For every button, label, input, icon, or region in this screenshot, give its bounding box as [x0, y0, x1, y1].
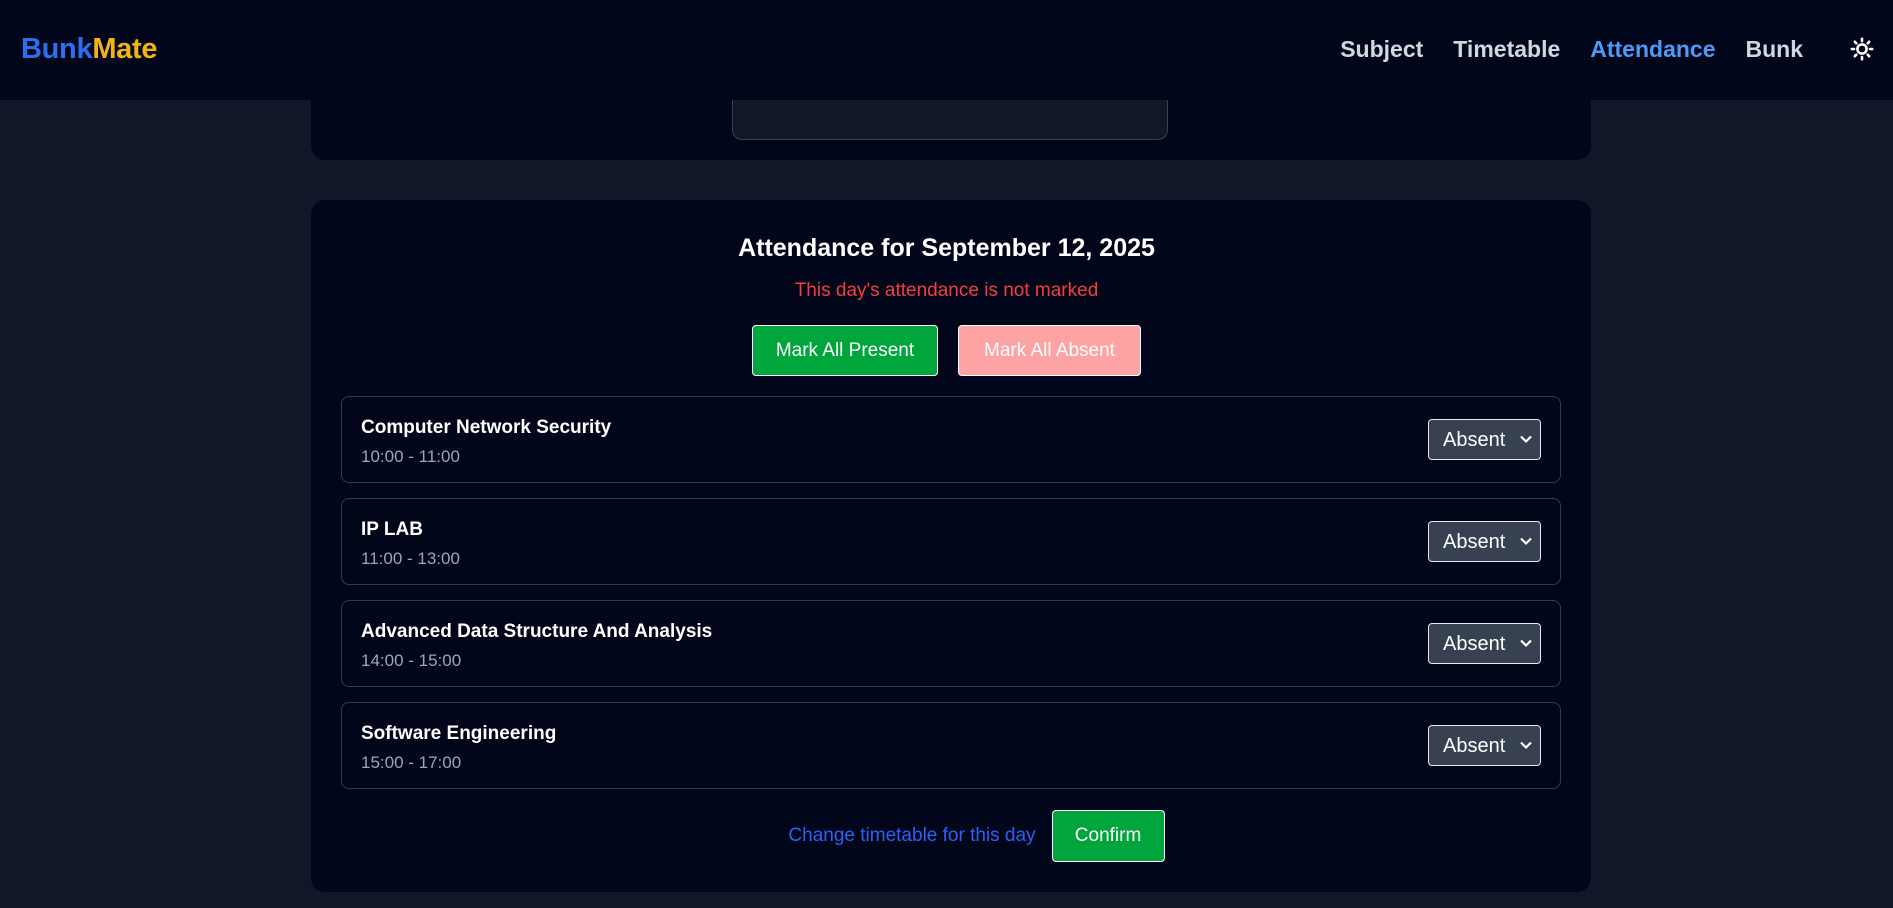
- status-select-value: Absent: [1443, 633, 1506, 655]
- status-select-value: Absent: [1443, 735, 1506, 757]
- status-select[interactable]: Absent: [1428, 521, 1541, 562]
- confirm-button[interactable]: Confirm: [1051, 810, 1165, 862]
- attendance-title: Attendance for September 12, 2025: [738, 234, 1155, 262]
- subject-row: Advanced Data Structure And Analysis 14:…: [341, 600, 1561, 687]
- subject-time: 10:00 - 11:00: [361, 447, 460, 466]
- brand-logo-part2: Mate: [92, 33, 158, 65]
- mark-all-button-row: Mark All Present Mark All Absent: [0, 325, 1893, 376]
- nav-item-attendance[interactable]: Attendance: [1590, 36, 1715, 63]
- change-timetable-link[interactable]: Change timetable for this day: [788, 825, 1035, 847]
- navbar: BunkMate Subject Timetable Attendance Bu…: [0, 0, 1893, 100]
- chevron-down-icon: [1520, 435, 1532, 444]
- chevron-down-icon: [1520, 741, 1532, 750]
- nav-item-bunk[interactable]: Bunk: [1746, 36, 1804, 63]
- status-select[interactable]: Absent: [1428, 725, 1541, 766]
- subject-row: Software Engineering 15:00 - 17:00 Absen…: [341, 702, 1561, 789]
- subject-name: IP LAB: [361, 519, 423, 540]
- status-select-value: Absent: [1443, 531, 1506, 553]
- subject-list: Computer Network Security 10:00 - 11:00 …: [341, 396, 1561, 804]
- subject-name: Advanced Data Structure And Analysis: [361, 621, 713, 642]
- subject-name: Software Engineering: [361, 723, 557, 744]
- nav-links: Subject Timetable Attendance Bunk: [1340, 36, 1803, 63]
- subject-name: Computer Network Security: [361, 417, 612, 438]
- attendance-status-message: This day's attendance is not marked: [794, 280, 1099, 301]
- brand-logo[interactable]: BunkMate: [21, 33, 157, 66]
- mark-all-present-button[interactable]: Mark All Present: [752, 325, 938, 376]
- sun-icon[interactable]: [1850, 37, 1874, 61]
- subject-time: 15:00 - 17:00: [361, 753, 462, 772]
- nav-item-timetable[interactable]: Timetable: [1453, 36, 1560, 63]
- status-select[interactable]: Absent: [1428, 419, 1541, 460]
- subject-time: 14:00 - 15:00: [361, 651, 462, 670]
- subject-row: IP LAB 11:00 - 13:00 Absent: [341, 498, 1561, 585]
- brand-logo-part1: Bunk: [21, 33, 93, 65]
- status-select-value: Absent: [1443, 429, 1506, 451]
- status-select[interactable]: Absent: [1428, 623, 1541, 664]
- subject-time: 11:00 - 13:00: [361, 549, 460, 568]
- attendance-footer: Change timetable for this day Confirm: [0, 810, 1893, 862]
- nav-item-subject[interactable]: Subject: [1340, 36, 1423, 63]
- chevron-down-icon: [1520, 537, 1532, 546]
- mark-all-absent-button[interactable]: Mark All Absent: [958, 325, 1141, 376]
- subject-row: Computer Network Security 10:00 - 11:00 …: [341, 396, 1561, 483]
- chevron-down-icon: [1520, 639, 1532, 648]
